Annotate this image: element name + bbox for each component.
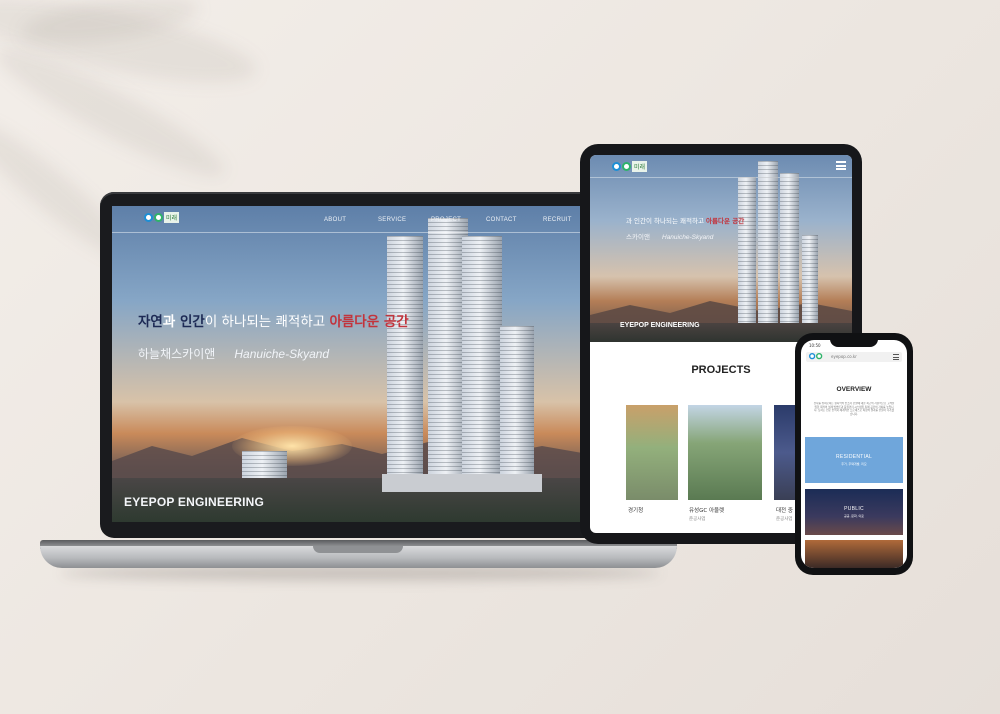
subline-ko: 하늘채스카이앤 xyxy=(138,347,216,361)
tower xyxy=(387,236,423,486)
logo-circle-icon xyxy=(144,213,153,222)
brand-label: EYEPOP ENGINEERING xyxy=(124,495,265,509)
logo-circle-icon xyxy=(809,353,816,360)
project-tag: 준공사업 xyxy=(689,517,706,522)
brand-label: EYEPOP ENGINEERING xyxy=(620,322,700,329)
tower xyxy=(758,161,778,337)
nav-recruit[interactable]: RECRUIT xyxy=(543,217,572,223)
hamburger-menu-icon[interactable] xyxy=(893,354,899,360)
hero-headline: 자연과 인간이 하나되는 쾌적하고 아름다운 공간 xyxy=(138,310,409,330)
card-title: PUBLIC xyxy=(844,506,864,512)
tower xyxy=(462,236,502,486)
site-logo[interactable]: 미래 xyxy=(144,212,180,223)
project-thumb[interactable] xyxy=(626,405,678,500)
logo-circle-icon xyxy=(622,162,631,171)
tower xyxy=(802,235,818,337)
logo-text: 미래 xyxy=(164,212,180,223)
laptop-screen: 미래 ABOUT SERVICE PROJECT CONTACT RECRUIT… xyxy=(112,206,611,522)
header-divider xyxy=(590,177,852,178)
laptop-shadow xyxy=(60,566,660,580)
laptop-trackpad-notch xyxy=(313,546,403,553)
hero-headline: 과 인간이 하나되는 쾌적하고 아름다운 공간 xyxy=(626,215,744,225)
tablet-hero: 미래 과 인간이 하나되는 쾌적하고 아름다운 공간 스카이앤 Hanuiche… xyxy=(590,155,852,342)
nav-service[interactable]: SERVICE xyxy=(378,217,406,223)
header-divider xyxy=(112,232,611,233)
phone-notch xyxy=(830,338,878,347)
headline-part: 아름다운 공간 xyxy=(706,217,745,225)
section-title-overview: OVERVIEW xyxy=(836,386,872,393)
tower xyxy=(738,177,756,337)
site-logo[interactable]: 미래 xyxy=(612,161,648,172)
project-thumb[interactable] xyxy=(688,405,762,500)
card-sub: 공공, 문화, 의료 xyxy=(844,514,864,518)
hero-subline: 하늘채스카이앤 Hanuiche-Skyand xyxy=(138,343,329,362)
project-name: 대전 중 xyxy=(776,508,793,514)
headline-word: 인간 xyxy=(179,314,205,330)
card-residential[interactable]: RESIDENTIAL 주거, 주택개발, 리모 xyxy=(805,437,903,483)
card-next[interactable] xyxy=(805,540,903,568)
nav-contact[interactable]: CONTACT xyxy=(486,217,517,223)
logo-circle-icon xyxy=(154,213,163,222)
headline-part: 과 인간이 하나되는 쾌적하고 xyxy=(626,217,707,225)
subline-ko: 스카이앤 xyxy=(626,233,650,241)
card-title: RESIDENTIAL xyxy=(835,454,873,460)
headline-word: 자연 xyxy=(138,314,163,330)
headline-word: 아름다운 공간 xyxy=(329,314,409,330)
subline-en: Hanuiche-Skyand xyxy=(662,234,714,241)
logo-circle-icon xyxy=(816,353,823,360)
nav-project[interactable]: PROJECT xyxy=(431,217,461,223)
overview-text: 산자를 위치로하는 원지역의 인프라 건설에 대한 최고의 기술력으로 고객을 … xyxy=(813,402,895,416)
logo-circle-icon xyxy=(612,162,621,171)
status-time: 10:50 xyxy=(809,343,821,348)
hamburger-menu-icon[interactable] xyxy=(836,161,846,170)
url-text: eyepop.co.kr xyxy=(831,354,857,359)
card-public[interactable]: PUBLIC 공공, 문화, 의료 xyxy=(805,489,903,535)
podium xyxy=(382,474,542,492)
subline-en: Hanuiche-Skyand xyxy=(234,347,330,361)
site-logo[interactable] xyxy=(809,353,823,360)
project-name: 경기청 xyxy=(628,508,644,514)
tower xyxy=(500,326,534,486)
nav-about[interactable]: ABOUT xyxy=(324,217,346,223)
hero-subline: 스카이앤 Hanuiche-Skyand xyxy=(626,231,713,241)
card-sub: 주거, 주택개발, 리모 xyxy=(841,462,867,466)
phone-screen: 10:50 eyepop.co.kr OVERVIEW 산자를 위치로하는 원지… xyxy=(801,340,907,568)
logo-text: 미래 xyxy=(632,161,648,172)
project-tag: 준공사업 xyxy=(776,517,793,522)
headline-word: 과 xyxy=(162,314,180,330)
headline-word: 이 하나되는 쾌적하고 xyxy=(204,314,330,330)
project-name: 유성GC 아울렛 xyxy=(689,508,725,514)
tower xyxy=(780,173,799,337)
